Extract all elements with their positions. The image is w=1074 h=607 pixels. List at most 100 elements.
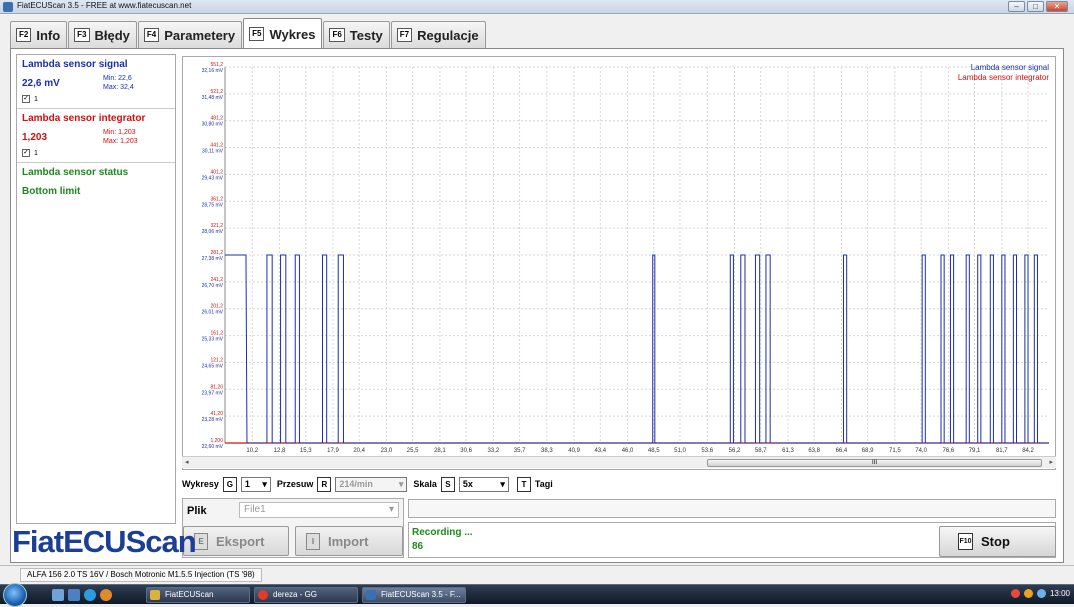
y-tick-label: 28,75 mV	[202, 202, 224, 208]
y-tick-label: 26,70 mV	[202, 283, 224, 289]
y-tick-label: 23,97 mV	[202, 390, 224, 396]
app-icon	[366, 590, 376, 600]
start-button[interactable]	[3, 583, 27, 607]
x-tick-label: 61,3	[782, 448, 794, 454]
scroll-right-icon[interactable]: ▸	[1049, 458, 1053, 466]
sensor-max: Max: 32,4	[103, 84, 134, 91]
sensor-name: Lambda sensor status	[22, 167, 129, 178]
x-tick-label: 81,7	[996, 448, 1008, 454]
taskbar: FiatECUScan dereza - GG FiatECUScan 3.5 …	[0, 583, 1074, 607]
przesuw-label: Przesuw	[276, 479, 314, 489]
przesuw-select[interactable]: 214/min ▾	[335, 476, 408, 492]
volume-icon[interactable]	[1036, 589, 1046, 598]
wykresy-value: 1	[244, 479, 250, 489]
x-tick-label: 17,9	[327, 448, 339, 454]
sensor-max: Max: 1,203	[103, 138, 138, 145]
wykresy-select[interactable]: 1 ▾	[240, 476, 271, 492]
tab-label: Błędy	[94, 27, 130, 43]
browser-icon[interactable]	[84, 589, 96, 601]
system-tray: 13:00	[1010, 589, 1070, 598]
recording-count: 86	[412, 541, 424, 552]
plik-label: Plik	[187, 505, 207, 517]
x-tick-label: 56,2	[729, 448, 741, 454]
tray-icon[interactable]	[1023, 589, 1033, 598]
y-tick-label: 32,16 mV	[202, 68, 224, 74]
skala-key[interactable]: S	[440, 476, 455, 492]
stop-button[interactable]: F10 Stop	[939, 526, 1056, 557]
sensor-checkbox[interactable]: ✓	[22, 95, 30, 103]
x-tick-label: 15,3	[300, 448, 312, 454]
skala-value: 5x	[462, 479, 473, 489]
tab-label: Info	[36, 27, 61, 43]
series-line-signal	[225, 254, 1049, 444]
chevron-down-icon: ▾	[388, 504, 394, 515]
minimize-icon[interactable]: –	[1008, 1, 1025, 12]
x-tick-label: 84,2	[1022, 448, 1034, 454]
scroll-left-icon[interactable]: ◂	[185, 458, 189, 466]
maximize-icon[interactable]: □	[1027, 1, 1044, 12]
export-button[interactable]: E Eksport	[183, 526, 289, 556]
taskbar-item-fiatecuscan-window[interactable]: FiatECUScan 3.5 - F...	[362, 587, 466, 603]
file-panel: Plik File1 ▾ E Eksport I Import	[182, 498, 404, 558]
explorer-icon[interactable]	[68, 589, 80, 601]
tab-bledy[interactable]: F3 Błędy	[68, 21, 137, 48]
x-tick-label: 68,9	[862, 448, 874, 454]
x-tick-label: 38,3	[541, 448, 553, 454]
skala-select[interactable]: 5x ▾	[458, 476, 509, 492]
tab-label: Wykres	[269, 26, 316, 42]
app-icon	[3, 2, 13, 12]
clock: 13:00	[1049, 589, 1070, 598]
x-tick-label: 74,0	[915, 448, 927, 454]
chart-area[interactable]: 551,2 32,16 mV 521,2 31,48 mV 481,2 30,80 mV 4…	[182, 56, 1056, 470]
x-tick-label: 20,4	[353, 448, 365, 454]
sensor-name: Lambda sensor integrator	[22, 113, 146, 124]
tray-icon[interactable]	[1010, 589, 1020, 598]
taskbar-item-fiatecuscan[interactable]: FiatECUScan	[146, 587, 250, 603]
y-tick-label: 23,28 mV	[202, 417, 224, 423]
taskbar-item-gg[interactable]: dereza - GG	[254, 587, 358, 603]
file-select[interactable]: File1 ▾	[239, 502, 399, 518]
export-label: Eksport	[216, 533, 265, 549]
tab-key: F5	[249, 27, 265, 41]
firefox-icon[interactable]	[100, 589, 112, 601]
y-tick-label: 30,80 mV	[202, 122, 224, 128]
y-tick-label: 30,11 mV	[202, 149, 224, 155]
x-tick-label: 30,6	[460, 448, 472, 454]
tab-wykres[interactable]: F5 Wykres	[243, 18, 323, 49]
y-tick-label: 31,48 mV	[202, 95, 224, 101]
export-key: E	[194, 532, 208, 550]
tab-key: F2	[16, 28, 32, 42]
sensor-value: 1,203	[22, 132, 48, 143]
import-button[interactable]: I Import	[295, 526, 403, 556]
gg-icon	[258, 590, 268, 600]
sensor-integrator[interactable]: Lambda sensor integrator 1,203 Min: 1,20…	[17, 109, 175, 163]
status-bar: ALFA 156 2.0 TS 16V / Bosch Motronic M1.…	[0, 565, 1074, 583]
tab-label: Testy	[349, 27, 383, 43]
x-tick-label: 63,8	[808, 448, 820, 454]
wykresy-key[interactable]: G	[222, 476, 237, 492]
tab-regulacje[interactable]: F7 Regulacje	[390, 21, 486, 48]
tagi-key[interactable]: T	[516, 476, 531, 492]
tab-info[interactable]: F2 Info	[10, 21, 68, 48]
tab-key: F3	[74, 28, 90, 42]
tab-bar: F2 Info F3 Błędy F4 Parametery F5 Wykres F6 T…	[10, 18, 487, 49]
x-tick-label: 53,6	[701, 448, 713, 454]
show-desktop-icon[interactable]	[52, 589, 64, 601]
tab-parametery[interactable]: F4 Parametery	[137, 21, 243, 48]
chevron-down-icon: ▾	[500, 478, 505, 489]
sensor-status[interactable]: Lambda sensor status Bottom limit	[17, 163, 175, 201]
sensor-signal[interactable]: Lambda sensor signal 22,6 mV Min: 22,6 Ma…	[17, 55, 175, 109]
sensor-checkbox[interactable]: ✓	[22, 149, 30, 157]
chart-scrollbar[interactable]: ◂ III ▸	[182, 456, 1056, 468]
chevron-down-icon: ▾	[398, 478, 404, 489]
x-tick-label: 12,8	[274, 448, 286, 454]
chevron-down-icon: ▾	[262, 478, 267, 489]
x-tick-label: 23,0	[381, 448, 393, 454]
tab-testy[interactable]: F6 Testy	[323, 21, 390, 48]
scroll-thumb[interactable]: III	[707, 459, 1042, 467]
taskbar-label: FiatECUScan 3.5 - F...	[381, 590, 461, 599]
close-icon[interactable]: ✕	[1046, 1, 1068, 12]
przesuw-key[interactable]: R	[317, 476, 332, 492]
chart-controls: Wykresy G 1 ▾ Przesuw R 214/min ▾ Skala S …	[182, 476, 553, 492]
x-tick-label: 40,9	[568, 448, 580, 454]
